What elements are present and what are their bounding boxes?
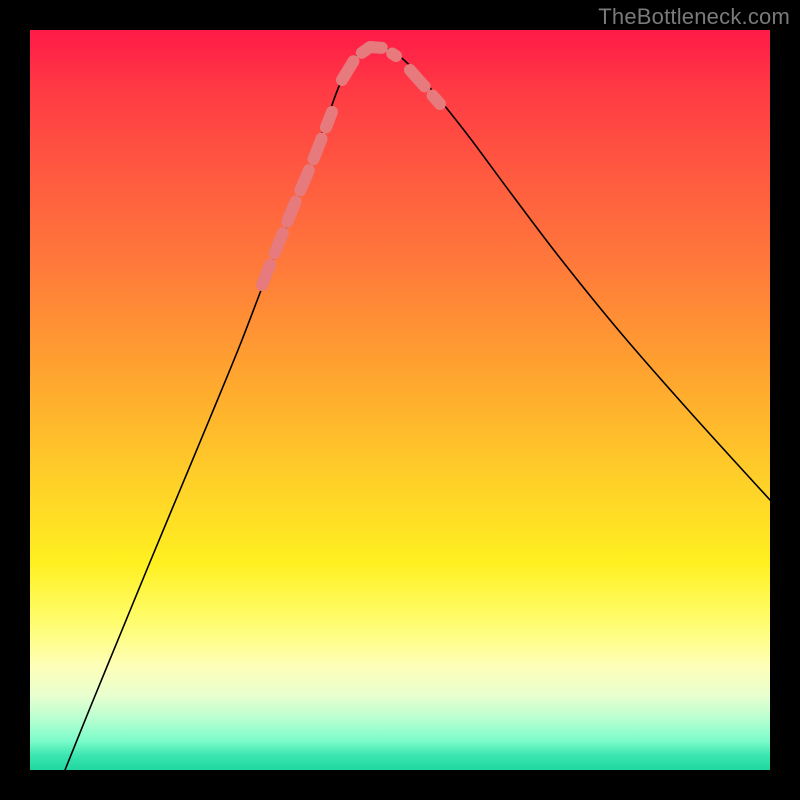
curve-highlight-segment bbox=[262, 112, 332, 285]
chart-svg bbox=[30, 30, 770, 770]
chart-stage: TheBottleneck.com bbox=[0, 0, 800, 800]
curve-highlight-segment bbox=[342, 47, 396, 80]
bottleneck-curve bbox=[65, 46, 770, 770]
curve-highlights bbox=[262, 47, 440, 285]
curve-highlight-segment bbox=[410, 70, 440, 104]
watermark-text: TheBottleneck.com bbox=[598, 4, 790, 30]
chart-plot-area bbox=[30, 30, 770, 770]
